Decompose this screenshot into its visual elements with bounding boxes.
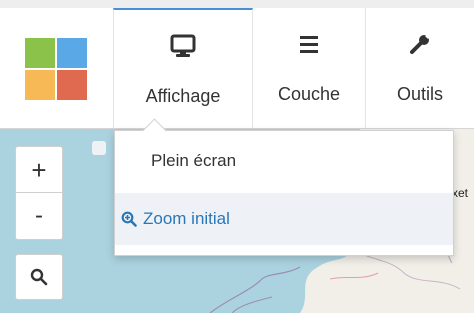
- toolbar: Affichage Couche Outils: [0, 8, 474, 129]
- menu-item-zoom-initial[interactable]: Zoom initial: [115, 193, 453, 245]
- logo-square-blue: [57, 38, 87, 68]
- app-logo[interactable]: [25, 38, 87, 100]
- tab-outils-label: Outils: [396, 84, 443, 104]
- affichage-dropdown-menu: Plein écran Zoom initial: [114, 118, 454, 256]
- list-icon: [253, 32, 365, 56]
- tab-outils[interactable]: Outils: [366, 8, 474, 128]
- zoom-in-button[interactable]: +: [15, 146, 63, 194]
- tab-couche[interactable]: Couche: [253, 8, 366, 128]
- top-strip: [0, 0, 474, 8]
- logo-square-yellow: [25, 70, 55, 100]
- tab-affichage-label: Affichage: [145, 86, 221, 106]
- search-icon: [30, 262, 48, 293]
- logo-square-green: [25, 38, 55, 68]
- menu-item-zoom-initial-label: Zoom initial: [143, 209, 230, 228]
- menu-item-plein-ecran-label: Plein écran: [151, 151, 237, 170]
- map-marker: [92, 141, 106, 155]
- zoom-in-icon: [121, 211, 137, 227]
- search-button[interactable]: [15, 254, 63, 300]
- wrench-icon: [366, 32, 474, 56]
- tab-couche-label: Couche: [277, 84, 341, 104]
- logo-square-red: [57, 70, 87, 100]
- tab-affichage[interactable]: Affichage: [113, 8, 253, 128]
- zoom-out-button[interactable]: -: [15, 192, 63, 240]
- monitor-icon: [114, 34, 252, 58]
- menu-item-plein-ecran[interactable]: Plein écran: [115, 135, 453, 187]
